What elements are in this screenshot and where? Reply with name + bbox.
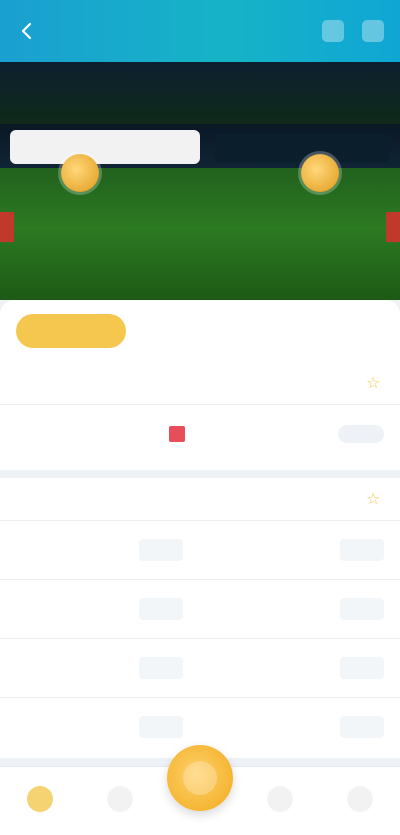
back-arrow-icon bbox=[21, 22, 32, 40]
tab-3[interactable] bbox=[174, 314, 198, 348]
team-right-badge-icon bbox=[301, 154, 339, 192]
section-1-row[interactable] bbox=[0, 404, 400, 463]
fab-icon bbox=[183, 761, 217, 795]
section-2: ☆ bbox=[0, 478, 400, 758]
list-col-b[interactable] bbox=[139, 657, 184, 679]
tab-1[interactable] bbox=[16, 314, 126, 348]
row-right-pill bbox=[338, 425, 384, 443]
nav-3-icon bbox=[267, 786, 293, 812]
list-col-d[interactable] bbox=[339, 539, 384, 561]
list-col-b[interactable] bbox=[139, 539, 184, 561]
team-left-badge-icon bbox=[61, 154, 99, 192]
list-col-d[interactable] bbox=[339, 598, 384, 620]
list-col-b[interactable] bbox=[139, 716, 184, 738]
section-1: ☆ bbox=[0, 362, 400, 470]
floating-action-button[interactable] bbox=[167, 745, 233, 811]
tab-2[interactable] bbox=[138, 314, 162, 348]
flag-icon bbox=[169, 426, 185, 442]
nav-2-icon bbox=[107, 786, 133, 812]
share-icon[interactable] bbox=[322, 20, 344, 42]
nav-1-icon bbox=[27, 786, 53, 812]
side-flag-left bbox=[0, 212, 14, 242]
top-bar bbox=[0, 0, 400, 62]
team-left[interactable] bbox=[20, 148, 140, 192]
app-screen: ☆ ☆ bbox=[0, 0, 400, 835]
back-button[interactable] bbox=[16, 20, 38, 42]
list-item[interactable] bbox=[0, 638, 400, 697]
row-middle bbox=[161, 426, 193, 442]
nav-item-4[interactable] bbox=[330, 786, 390, 816]
teams-row bbox=[0, 148, 400, 192]
star-icon[interactable]: ☆ bbox=[366, 490, 384, 508]
nav-4-icon bbox=[347, 786, 373, 812]
team-right[interactable] bbox=[260, 148, 380, 192]
list-item[interactable] bbox=[0, 579, 400, 638]
section-2-header: ☆ bbox=[0, 478, 400, 520]
side-flag-right bbox=[386, 212, 400, 242]
tab-bar bbox=[0, 300, 400, 362]
nav-item-1[interactable] bbox=[10, 786, 70, 816]
list-col-d[interactable] bbox=[339, 716, 384, 738]
tab-4[interactable] bbox=[210, 314, 234, 348]
list-col-b[interactable] bbox=[139, 598, 184, 620]
list-item[interactable] bbox=[0, 520, 400, 579]
nav-item-2[interactable] bbox=[90, 786, 150, 816]
match-banner bbox=[0, 62, 400, 300]
nav-item-3[interactable] bbox=[250, 786, 310, 816]
star-icon[interactable]: ☆ bbox=[366, 374, 384, 392]
section-1-header: ☆ bbox=[0, 362, 400, 404]
more-icon[interactable] bbox=[362, 20, 384, 42]
list-col-d[interactable] bbox=[339, 657, 384, 679]
